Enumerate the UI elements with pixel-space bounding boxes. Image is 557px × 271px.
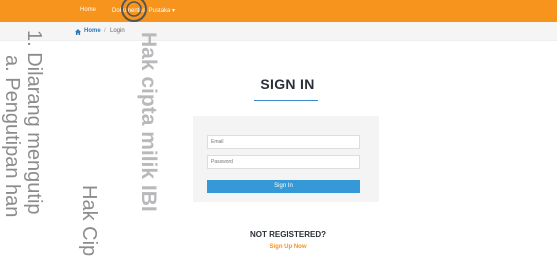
watermark-line-3: Hak Cip: [78, 185, 100, 257]
top-navbar: Home Dokumentasi Pustaka ▾: [0, 0, 557, 22]
breadcrumb-home-link[interactable]: Home: [84, 28, 101, 34]
password-field[interactable]: [207, 155, 360, 169]
nav-home-link[interactable]: Home: [80, 7, 96, 13]
email-field[interactable]: [207, 135, 360, 149]
title-underline: [254, 100, 318, 101]
breadcrumb-current: Login: [110, 28, 125, 34]
breadcrumb: Home / Login: [0, 22, 557, 41]
breadcrumb-separator: /: [104, 28, 106, 34]
sign-in-button[interactable]: Sign In: [207, 180, 360, 193]
home-icon: [75, 29, 81, 35]
page-title: SIGN IN: [260, 76, 315, 92]
not-registered-heading: NOT REGISTERED?: [249, 230, 326, 239]
sign-up-link[interactable]: Sign Up Now: [258, 244, 318, 250]
watermark-line-4: Hak cipta milik IBI: [137, 32, 160, 212]
nav-dokumentasi-label: Dokumentasi Pustaka: [112, 8, 171, 14]
watermark-line-1: 1. Dilarang mengutip: [23, 30, 45, 215]
chevron-down-icon: ▾: [172, 8, 176, 14]
watermark-line-2: a. Pengutipan han: [1, 55, 23, 218]
nav-dokumentasi-dropdown[interactable]: Dokumentasi Pustaka ▾: [112, 7, 175, 14]
login-form-panel: Sign In: [193, 116, 379, 202]
